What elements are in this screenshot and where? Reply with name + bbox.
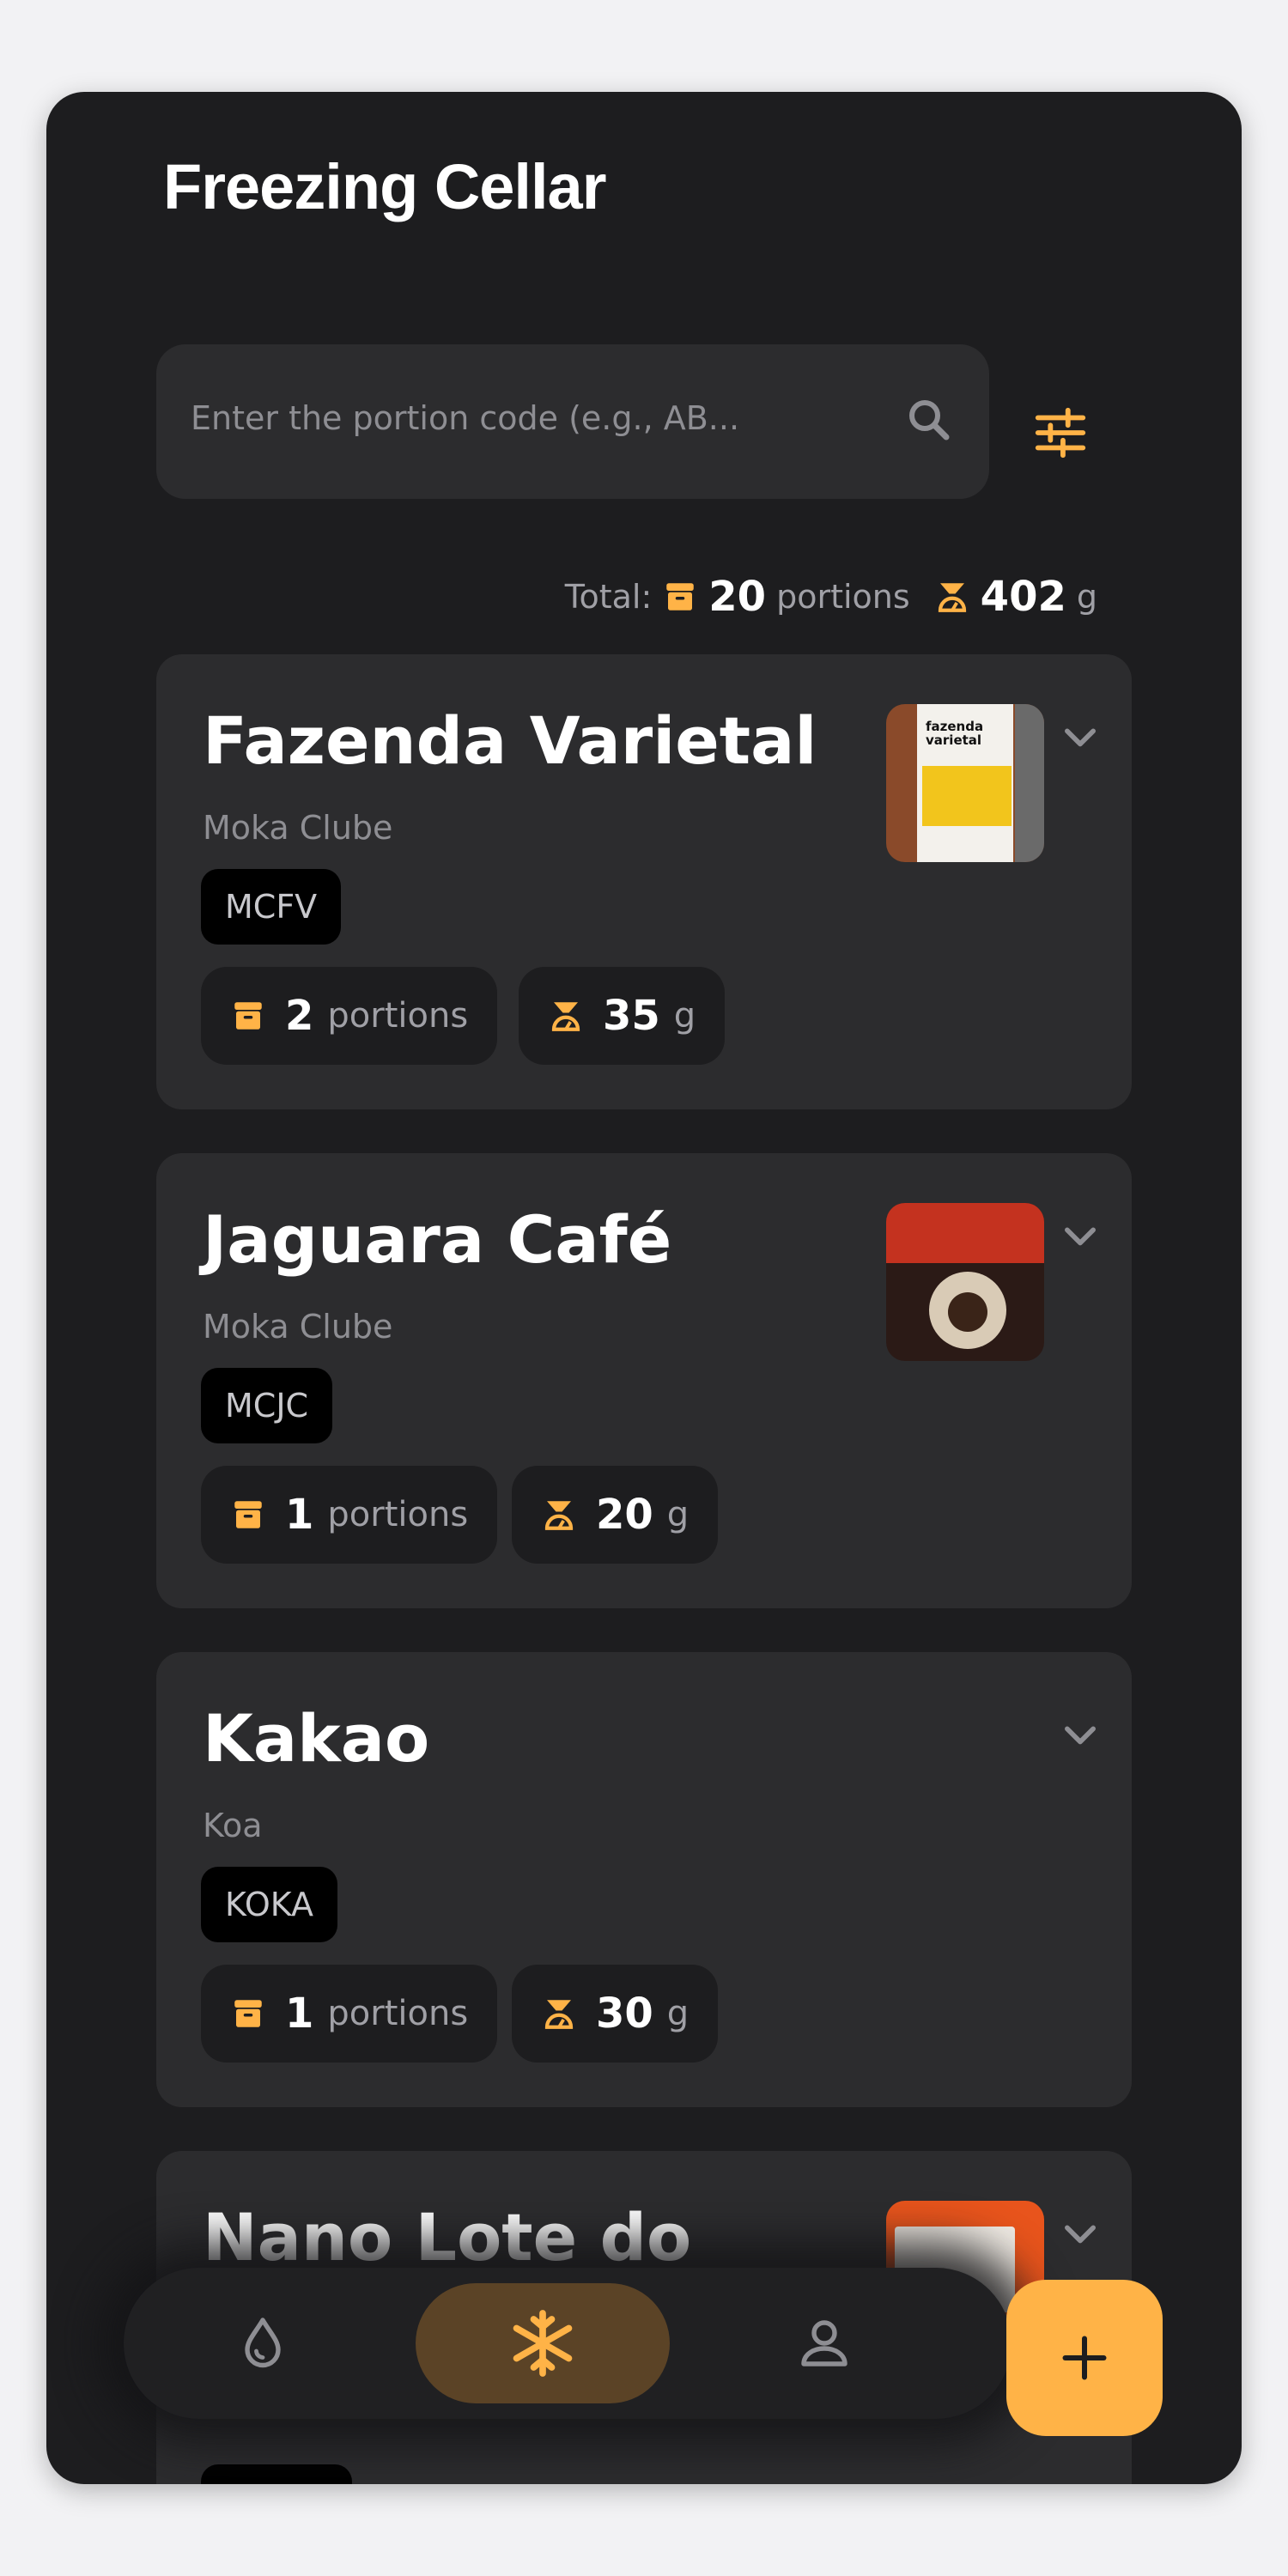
portions-unit: portions	[327, 1495, 469, 1534]
scale-icon	[938, 583, 966, 612]
grams-chip: 30 g	[512, 1965, 719, 2063]
plus-icon	[1062, 2336, 1107, 2380]
grams-unit: g	[666, 1495, 690, 1534]
drop-icon	[245, 2318, 281, 2368]
coffee-card[interactable]: Jaguara Café Moka Clube MCJC 1 portions …	[156, 1153, 1132, 1608]
total-grams-unit: g	[1076, 578, 1097, 616]
box-icon	[234, 1002, 262, 1030]
roaster-name: Moka Clube	[203, 1308, 393, 1346]
coffee-card[interactable]: Kakao Koa KOKA 1 portions 30 g	[156, 1652, 1132, 2107]
portions-unit: portions	[327, 1994, 469, 2033]
person-icon	[801, 2320, 848, 2366]
box-icon	[666, 583, 695, 611]
page-title: Freezing Cellar	[163, 151, 607, 222]
portion-code-badge: MCJC	[201, 1368, 333, 1443]
total-portions-unit: portions	[776, 578, 910, 616]
coffee-name: Jaguara Café	[203, 1201, 672, 1278]
grams-amount: 35	[603, 992, 660, 1040]
portions-unit: portions	[327, 996, 469, 1036]
totals-summary: Total: 20 portions 402 g	[565, 571, 1097, 623]
total-portions: 20	[708, 573, 767, 621]
portions-count: 2	[285, 992, 314, 1040]
coffee-name: Nano Lote do	[203, 2199, 692, 2275]
roaster-name: Moka Clube	[203, 809, 393, 847]
scale-icon	[544, 2000, 574, 2029]
scale-icon	[551, 1002, 580, 1031]
totals-label: Total:	[564, 578, 653, 616]
grams-chip: 20 g	[512, 1466, 719, 1564]
total-grams: 402	[980, 573, 1066, 621]
search-icon[interactable]	[903, 394, 955, 446]
coffee-name: Fazenda Varietal	[203, 702, 817, 779]
chevron-down-icon[interactable]	[1058, 1215, 1103, 1260]
portions-chip: 1 portions	[201, 1965, 498, 2063]
coffee-bag-thumbnail	[886, 1203, 1044, 1361]
coffee-name: Kakao	[203, 1700, 430, 1777]
roaster-name: Koa	[203, 1807, 263, 1844]
portion-code-badge	[201, 2464, 352, 2484]
portion-code-badge: KOKA	[201, 1867, 337, 1942]
grams-unit: g	[673, 996, 696, 1036]
search-input[interactable]: Enter the portion code (e.g., AB...	[156, 344, 989, 499]
portions-count: 1	[285, 1491, 314, 1539]
box-icon	[234, 2000, 262, 2027]
portions-count: 1	[285, 1990, 314, 2038]
app-screen: Freezing Cellar Enter the portion code (…	[46, 92, 1242, 2484]
thumbnail-label: fazenda varietal	[926, 719, 984, 748]
grams-amount: 30	[596, 1990, 653, 2038]
add-portion-button[interactable]	[1006, 2280, 1163, 2436]
coffee-card[interactable]: Fazenda Varietal Moka Clube MCFV 2 porti…	[156, 654, 1132, 1109]
portions-chip: 2 portions	[201, 967, 498, 1065]
chevron-down-icon[interactable]	[1058, 2213, 1103, 2257]
grams-chip: 35 g	[519, 967, 726, 1065]
scale-icon	[544, 1501, 574, 1530]
nav-item-freezer[interactable]	[416, 2283, 670, 2403]
filter-sliders-icon[interactable]	[1030, 403, 1091, 463]
chevron-down-icon[interactable]	[1058, 1714, 1103, 1759]
snowflake-icon	[513, 2310, 573, 2377]
chevron-down-icon[interactable]	[1058, 716, 1103, 761]
coffee-bag-thumbnail: fazenda varietal	[886, 704, 1044, 862]
portion-code-badge: MCFV	[201, 869, 342, 945]
nav-item-profile[interactable]	[697, 2283, 951, 2403]
portions-chip: 1 portions	[201, 1466, 498, 1564]
grams-amount: 20	[596, 1491, 653, 1539]
bottom-navigation	[124, 2268, 1012, 2419]
nav-item-drop[interactable]	[136, 2283, 390, 2403]
search-placeholder: Enter the portion code (e.g., AB...	[191, 399, 740, 437]
box-icon	[234, 1501, 262, 1528]
grams-unit: g	[666, 1994, 690, 2033]
